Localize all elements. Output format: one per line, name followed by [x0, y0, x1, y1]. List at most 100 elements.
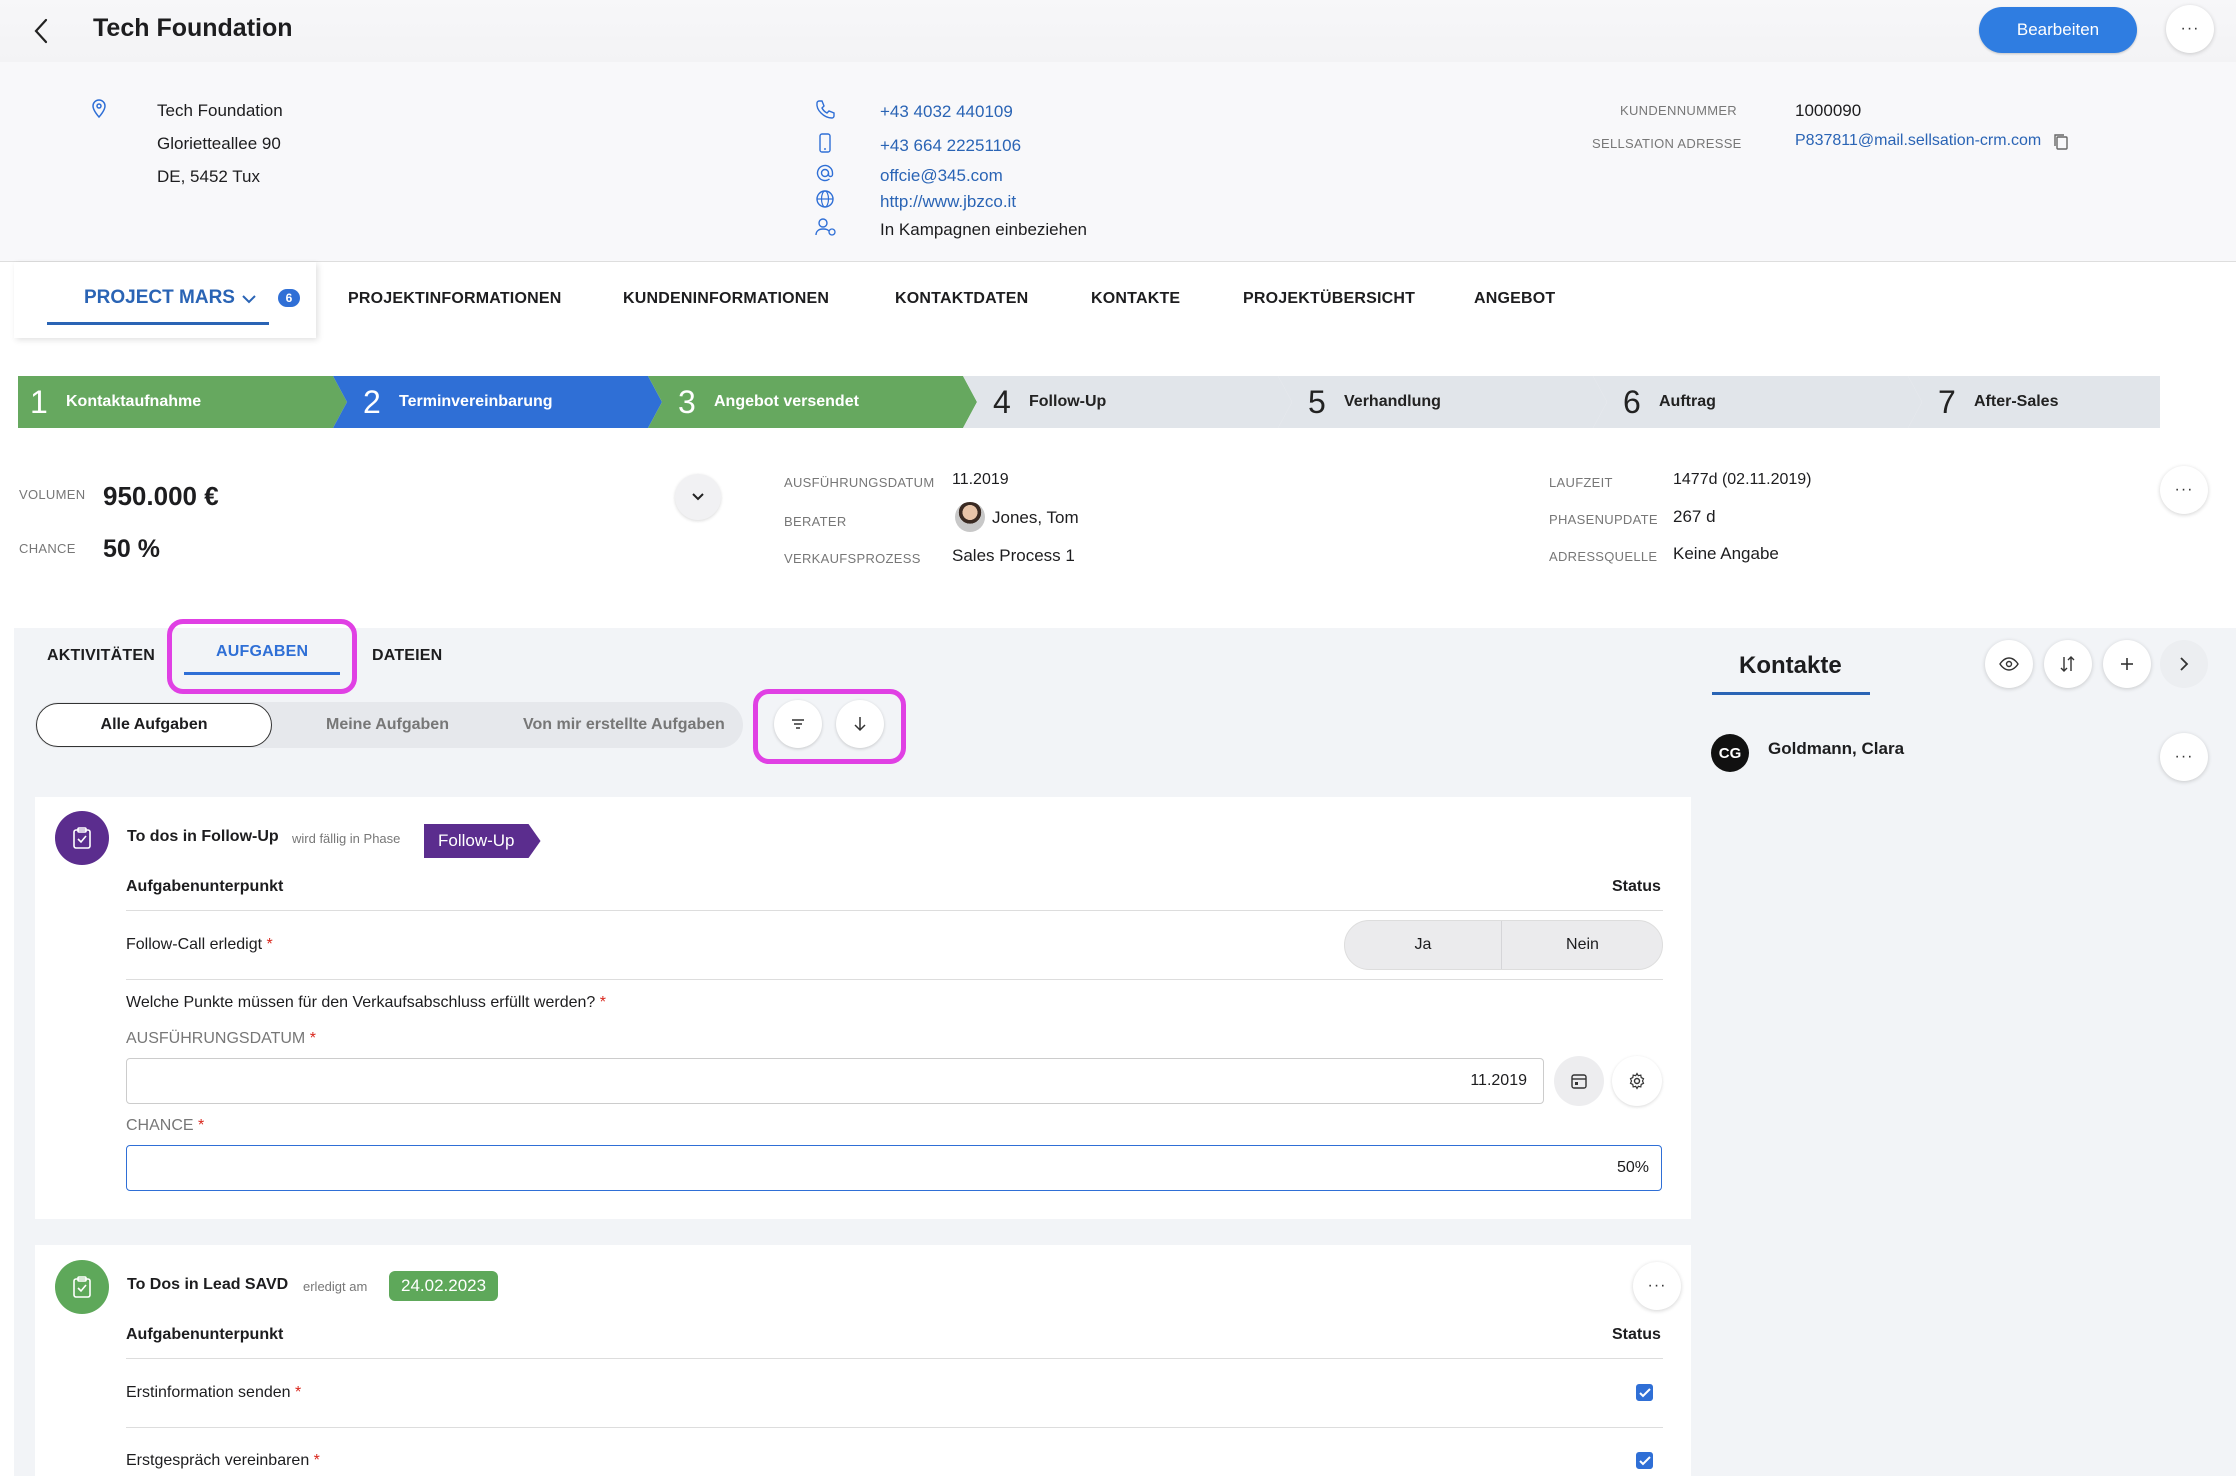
calendar-button[interactable]	[1554, 1056, 1604, 1106]
customer-info-panel	[0, 62, 2236, 262]
pipeline-step-6[interactable]: 6 Auftrag	[1593, 376, 1922, 428]
no-option[interactable]: Nein	[1503, 921, 1662, 969]
tab-projektinformationen[interactable]: PROJEKTINFORMATIONEN	[348, 290, 561, 308]
copy-icon[interactable]	[2052, 132, 2070, 152]
pipeline-step-7[interactable]: 7 After-Sales	[1908, 376, 2160, 428]
pipeline-step-number: 1	[30, 383, 48, 420]
col-header-item: Aufgabenunterpunkt	[126, 878, 284, 895]
pipeline-step-1[interactable]: 1 Kontaktaufnahme	[18, 376, 347, 428]
advisor-label: BERATER	[784, 514, 847, 529]
tab-kontakte[interactable]: KONTAKTE	[1091, 290, 1180, 308]
divider	[126, 910, 1663, 911]
yes-option[interactable]: Ja	[1345, 921, 1502, 969]
phase-tag: Follow-Up	[424, 824, 541, 858]
status-checkbox[interactable]	[1636, 1384, 1653, 1401]
date-settings-button[interactable]	[1612, 1056, 1662, 1106]
more-options-button[interactable]: ···	[2166, 5, 2214, 53]
contact-more-button[interactable]: ···	[2160, 733, 2208, 781]
email-link[interactable]: offcie@345.com	[880, 166, 1003, 186]
tab-kontaktdaten[interactable]: KONTAKTDATEN	[895, 290, 1028, 308]
runtime-label: LAUFZEIT	[1549, 475, 1613, 490]
contacts-underline	[1712, 692, 1870, 695]
customer-number: 1000090	[1795, 101, 1862, 120]
sellsation-address-link[interactable]: P837811@mail.sellsation-crm.com	[1795, 132, 2041, 150]
mobile-icon	[819, 133, 831, 153]
eye-icon	[1999, 657, 2019, 671]
tab-files[interactable]: DATEIEN	[372, 647, 442, 665]
mobile-link[interactable]: +43 664 22251106	[880, 136, 1021, 156]
project-name: PROJECT MARS	[84, 287, 235, 308]
exec-date-input[interactable]: 11.2019	[126, 1058, 1544, 1104]
chevron-down-icon	[242, 295, 256, 304]
pipeline-step-number: 6	[1623, 383, 1641, 420]
phase-update-value: 267 d	[1673, 507, 1716, 526]
contact-name[interactable]: Goldmann, Clara	[1768, 739, 1904, 759]
contact-avatar: CG	[1711, 734, 1749, 772]
chevron-right-icon	[2180, 657, 2189, 671]
project-selector[interactable]: PROJECT MARS 6	[14, 262, 316, 338]
pipeline-step-5[interactable]: 5 Verhandlung	[1278, 376, 1607, 428]
location-pin-icon	[92, 99, 106, 119]
pipeline-step-label: Angebot versendet	[714, 393, 859, 410]
edit-button[interactable]: Bearbeiten	[1979, 7, 2137, 53]
tasks-tab-underline	[184, 672, 340, 675]
divider	[126, 979, 1663, 980]
arrow-down-icon	[854, 717, 866, 732]
website-link[interactable]: http://www.jbzco.it	[880, 192, 1016, 212]
filter-all-tasks[interactable]: Alle Aufgaben	[36, 703, 272, 747]
tab-angebot[interactable]: ANGEBOT	[1474, 290, 1555, 308]
task-card-icon	[55, 1260, 109, 1314]
sort-contacts-button[interactable]	[2044, 640, 2092, 688]
email-icon	[816, 164, 834, 182]
pipeline-step-number: 2	[363, 383, 381, 420]
divider	[126, 1358, 1663, 1359]
chance-input[interactable]: 50%	[126, 1145, 1662, 1191]
tab-tasks[interactable]: AUFGABEN	[216, 643, 308, 661]
pipeline-step-label: Auftrag	[1659, 393, 1716, 410]
pipeline-step-label: Terminvereinbarung	[399, 393, 553, 410]
status-checkbox[interactable]	[1636, 1452, 1653, 1469]
add-contact-button[interactable]	[2103, 640, 2151, 688]
address-source-label: ADRESSQUELLE	[1549, 549, 1658, 564]
exec-date-label: AUSFÜHRUNGSDATUM	[784, 475, 935, 490]
pipeline-step-label: Kontaktaufnahme	[66, 393, 202, 410]
address-line-1: Tech Foundation	[157, 101, 283, 120]
task-card-due-text: wird fällig in Phase	[292, 831, 401, 846]
exec-date-field-label: AUSFÜHRUNGSDATUM *	[126, 1030, 316, 1047]
stage-more-button[interactable]: ···	[2160, 466, 2208, 514]
filter-my-tasks[interactable]: Meine Aufgaben	[326, 716, 449, 734]
done-date-badge: 24.02.2023	[389, 1271, 499, 1301]
customer-number-label: KUNDENNUMMER	[1620, 103, 1737, 118]
plus-icon	[2121, 658, 2133, 670]
task-card-more-button[interactable]: ···	[1633, 1262, 1681, 1310]
clipboard-check-icon	[73, 1276, 91, 1298]
tab-kundeninformationen[interactable]: KUNDENINFORMATIONEN	[623, 290, 829, 308]
pipeline-step-4[interactable]: 4 Follow-Up	[963, 376, 1292, 428]
filter-created-tasks[interactable]: Von mir erstellte Aufgaben	[523, 716, 725, 734]
pipeline-step-number: 4	[993, 383, 1011, 420]
contacts-next-button[interactable]	[2160, 640, 2208, 688]
advisor-value: Jones, Tom	[992, 508, 1079, 527]
task-row-label: Erstinformation senden *	[126, 1384, 302, 1401]
back-button[interactable]	[28, 14, 58, 48]
phone-icon	[816, 100, 835, 119]
filter-icon	[792, 719, 804, 729]
col-header-item: Aufgabenunterpunkt	[126, 1326, 284, 1343]
page-title: Tech Foundation	[93, 14, 293, 42]
tab-activities[interactable]: AKTIVITÄTEN	[47, 647, 155, 665]
sort-button[interactable]	[836, 700, 884, 748]
runtime-value: 1477d (02.11.2019)	[1673, 471, 1812, 488]
col-header-status: Status	[1612, 878, 1661, 895]
pipeline-step-2[interactable]: 2 Terminvereinbarung	[333, 376, 662, 428]
phone-link[interactable]: +43 4032 440109	[880, 102, 1013, 122]
filter-button[interactable]	[774, 700, 822, 748]
view-contacts-button[interactable]	[1985, 640, 2033, 688]
task-row-label: Erstgespräch vereinbaren *	[126, 1452, 320, 1469]
pipeline-step-3[interactable]: 3 Angebot versendet	[648, 376, 977, 428]
gear-icon	[1629, 1072, 1645, 1090]
tab-projektuebersicht[interactable]: PROJEKTÜBERSICHT	[1243, 290, 1415, 308]
question-text: Welche Punkte müssen für den Verkaufsabs…	[126, 994, 606, 1011]
expand-details-button[interactable]	[675, 474, 721, 520]
pipeline-step-label: Verhandlung	[1344, 393, 1441, 410]
sellsation-address-label: SELLSATION ADRESSE	[1592, 136, 1742, 151]
